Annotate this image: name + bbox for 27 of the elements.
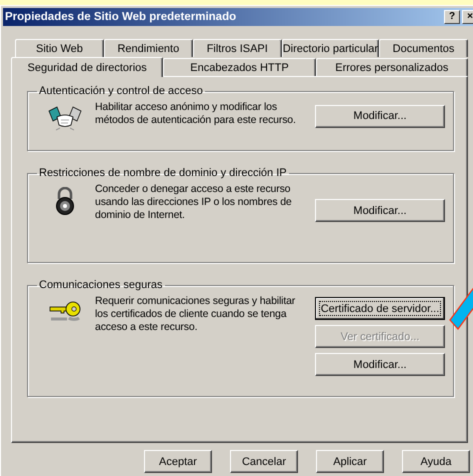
action-button[interactable]: Modificar... [315, 104, 445, 128]
dialog-button[interactable]: Aplicar [316, 450, 384, 473]
action-button[interactable]: Modificar... [315, 353, 445, 376]
window-title: Propiedades de Sitio Web predeterminado [5, 11, 238, 23]
action-button[interactable]: Modificar... [315, 199, 445, 222]
group-title: Restricciones de nombre de dominio y dirección IP [38, 167, 288, 179]
tab[interactable]: Seguridad de directorios [11, 57, 164, 77]
tab[interactable]: Filtros ISAPI [192, 39, 282, 57]
tab[interactable]: Rendimiento [104, 39, 193, 57]
dialog-button[interactable]: Aceptar [144, 450, 212, 473]
handshake-icon [46, 105, 82, 133]
description-text: Habilitar acceso anónimo y modificar los métodos de autenticación para este recurso. [95, 100, 297, 127]
tab[interactable]: Directorio particular [282, 39, 380, 57]
group-title: Comunicaciones seguras [38, 279, 164, 291]
tab[interactable]: Documentos [379, 39, 468, 57]
tab[interactable]: Sitio Web [15, 39, 104, 57]
action-button[interactable]: Certificado de servidor... [315, 297, 445, 320]
help-button[interactable]: ? [444, 10, 460, 24]
padlock-icon [54, 187, 76, 215]
description-text: Requerir comunicaciones seguras y habilitar los certificados de cliente cuando se tenga acceso a este recurso. [95, 294, 296, 334]
tab[interactable]: Encabezados HTTP [163, 58, 316, 76]
description-text: Conceder o denegar acceso a este recurso usando las direcciones IP o los nombres de dominio de Internet. [95, 182, 293, 222]
group-title: Autenticación y control de acceso [38, 85, 204, 97]
dialog-button[interactable]: Cancelar [230, 450, 298, 473]
dialog-button[interactable]: Ayuda [402, 450, 470, 473]
tab[interactable]: Errores personalizados [316, 58, 468, 76]
close-button[interactable]: × [462, 10, 473, 24]
